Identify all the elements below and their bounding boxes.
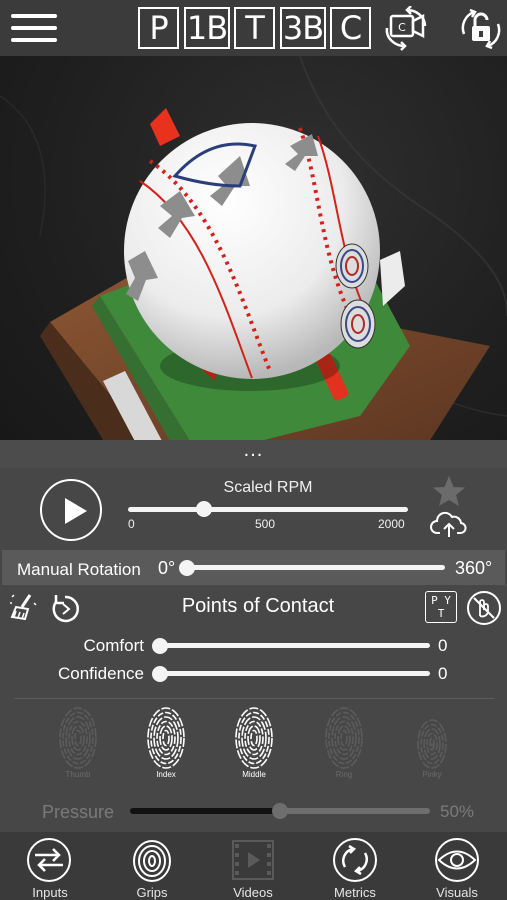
position-third-base-button[interactable]: 3B <box>280 7 326 49</box>
scaled-rpm-label: Scaled RPM <box>223 479 313 496</box>
rotate-lock-icon[interactable] <box>460 6 502 52</box>
finger-index-toggle[interactable]: Index <box>136 707 196 779</box>
confidence-label: Confidence <box>57 664 144 683</box>
position-first-base-button[interactable]: 1B <box>184 7 230 49</box>
finger-ring-toggle[interactable]: Ring <box>314 707 374 779</box>
nav-videos[interactable]: Videos <box>203 833 303 900</box>
manual-rotation-max: 360° <box>455 558 493 578</box>
camera-rotate-icon[interactable]: C <box>381 6 431 52</box>
fingerprint-icon <box>417 719 447 769</box>
manual-rotation-label: Manual Rotation <box>17 560 141 579</box>
pyt-toggle-button[interactable]: P Y T <box>425 591 457 623</box>
finger-middle-toggle[interactable]: Middle <box>224 707 284 779</box>
rpm-slider-track[interactable] <box>128 507 408 512</box>
contact-marker-middle <box>340 299 376 349</box>
reset-rotate-icon[interactable] <box>48 592 82 626</box>
broom-clear-icon[interactable] <box>8 591 40 623</box>
nav-metrics-label: Metrics <box>334 885 376 900</box>
fingerprint-icon <box>133 840 171 882</box>
spin-axis-top <box>150 108 180 146</box>
star-icon[interactable] <box>432 475 466 507</box>
finger-label: Pinky <box>422 770 442 779</box>
pressure-value: 50% <box>440 802 475 821</box>
rpm-tick-mid: 500 <box>255 517 276 531</box>
fingerprint-icon <box>235 707 273 769</box>
manual-rotation-thumb[interactable] <box>179 560 195 576</box>
svg-text:C: C <box>398 21 406 34</box>
finger-label: Index <box>156 770 176 779</box>
finger-label: Thumb <box>65 770 91 779</box>
nav-inputs[interactable]: Inputs <box>0 833 100 900</box>
metrics-cycle-icon <box>333 838 377 882</box>
play-icon <box>65 498 87 524</box>
divider <box>14 698 494 699</box>
finger-label: Ring <box>335 770 353 779</box>
video-film-icon <box>232 840 274 880</box>
3d-ball-viewport[interactable] <box>0 56 507 468</box>
position-third-button[interactable]: T <box>234 7 275 49</box>
position-pitcher-button[interactable]: P <box>138 7 179 49</box>
comfort-slider-thumb[interactable] <box>152 638 168 654</box>
confidence-value: 0 <box>438 664 448 683</box>
pressure-slider-thumb[interactable] <box>272 803 288 819</box>
inputs-icon <box>27 838 71 882</box>
handle-dots[interactable]: ... <box>0 440 507 468</box>
finger-pinky-toggle[interactable]: Pinky <box>402 707 462 779</box>
hamburger-menu-icon[interactable] <box>11 12 57 44</box>
home-plate <box>380 251 405 306</box>
manual-rotation-track[interactable] <box>185 565 445 570</box>
nav-videos-label: Videos <box>233 885 273 900</box>
fingerprint-icon <box>325 707 363 769</box>
rpm-tick-max: 2000 <box>378 517 405 531</box>
comfort-label: Comfort <box>83 636 144 655</box>
nav-grips[interactable]: Grips <box>102 833 202 900</box>
fingerprint-icon <box>147 707 185 769</box>
confidence-slider-thumb[interactable] <box>152 666 168 682</box>
confidence-slider-track[interactable] <box>158 671 430 676</box>
nav-visuals-label: Visuals <box>436 885 478 900</box>
points-of-contact-title: Points of Contact <box>181 595 335 617</box>
nav-metrics[interactable]: Metrics <box>305 833 405 900</box>
no-touch-icon[interactable] <box>466 590 502 626</box>
comfort-slider-track[interactable] <box>158 643 430 648</box>
pressure-label: Pressure <box>42 802 115 822</box>
play-button[interactable] <box>40 479 102 541</box>
manual-rotation-min: 0° <box>158 558 176 578</box>
rpm-slider-thumb[interactable] <box>195 501 212 517</box>
rpm-tick-min: 0 <box>128 517 135 531</box>
cloud-upload-icon[interactable] <box>430 509 468 539</box>
contact-marker-index <box>335 243 369 289</box>
nav-visuals[interactable]: Visuals <box>407 833 507 900</box>
comfort-value: 0 <box>438 636 448 655</box>
nav-inputs-label: Inputs <box>32 885 68 900</box>
finger-thumb-toggle[interactable]: Thumb <box>48 707 108 779</box>
finger-label: Middle <box>242 770 266 779</box>
position-catcher-button[interactable]: C <box>330 7 371 49</box>
fingerprint-icon <box>59 707 97 769</box>
eye-icon <box>435 838 479 882</box>
nav-grips-label: Grips <box>136 885 168 900</box>
